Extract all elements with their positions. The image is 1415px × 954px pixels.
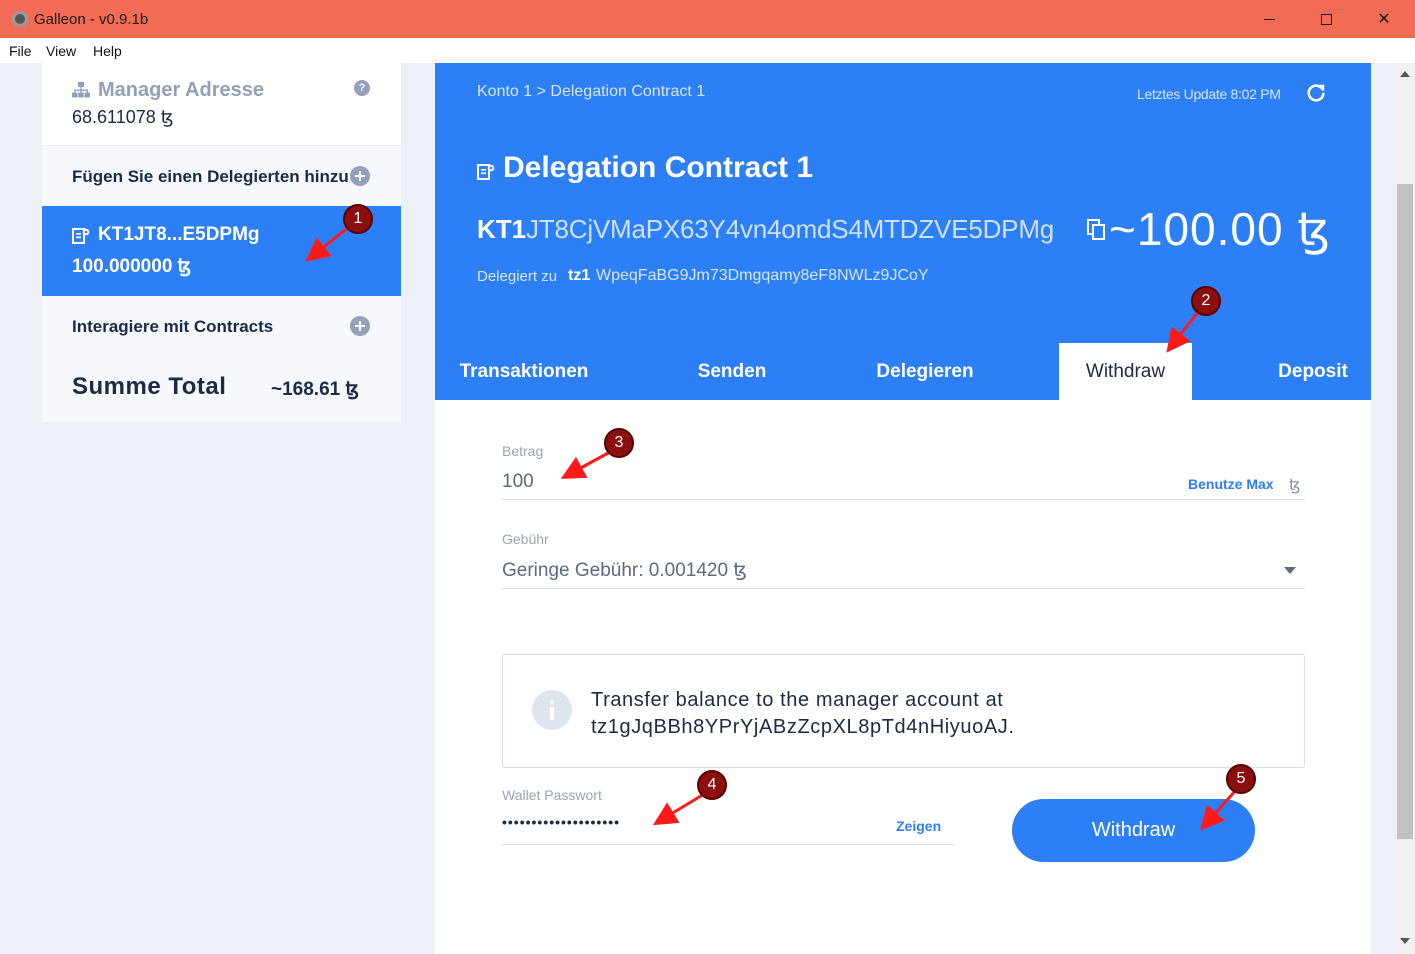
minimize-button[interactable] (1240, 0, 1298, 38)
tab-senden[interactable]: Senden (665, 343, 799, 400)
tab-bar: Transaktionen Senden Delegieren Withdraw… (435, 343, 1371, 400)
scroll-up-icon[interactable] (1400, 71, 1410, 77)
scroll-down-icon[interactable] (1400, 938, 1410, 944)
info-message: Transfer balance to the manager account … (591, 687, 1015, 741)
manager-address-label: Manager Adresse (98, 79, 264, 101)
contract-balance: 100.000000 ꜩ (72, 256, 192, 277)
add-delegate-label: Fügen Sie einen Delegierten hinzu (72, 167, 349, 186)
delegated-label: Delegiert zu (477, 268, 558, 285)
show-password-button[interactable]: Zeigen (896, 818, 941, 834)
scrollbar-thumb[interactable] (1397, 184, 1413, 839)
help-icon[interactable]: ? (354, 80, 370, 96)
page-title: Delegation Contract 1 (503, 151, 814, 184)
fee-select[interactable]: Geringe Gebühr: 0.001420 ꜩ (502, 559, 747, 582)
amount-input[interactable]: 100 (502, 471, 534, 493)
tab-delegieren[interactable]: Delegieren (855, 343, 995, 400)
amount-underline (502, 499, 1305, 500)
close-button[interactable]: ✕ (1355, 0, 1413, 38)
delegate-address-prefix: tz1 (568, 267, 591, 284)
menu-view[interactable]: View (46, 43, 76, 59)
app-icon (12, 11, 28, 27)
interact-contracts-button[interactable]: Interagiere mit Contracts (42, 296, 401, 356)
contract-address-prefix: KT1 (477, 214, 527, 244)
tab-transaktionen[interactable]: Transaktionen (435, 343, 613, 400)
plus-circle-icon (350, 166, 370, 186)
delegate-address: WpeqFaBG9Jm73Dmgqamy8eF8NWLz9JCoY (596, 267, 929, 284)
main-panel: Konto 1 > Delegation Contract 1 Letztes … (435, 63, 1371, 954)
manager-address-card[interactable]: Manager Adresse 68.611078 ꜩ ? (42, 63, 401, 145)
sidebar-item-contract[interactable]: KT1JT8...E5DPMg 100.000000 ꜩ (42, 206, 401, 296)
account-header: Konto 1 > Delegation Contract 1 Letztes … (435, 63, 1371, 400)
tez-symbol: ꜩ (1289, 477, 1301, 494)
interact-contracts-label: Interagiere mit Contracts (72, 317, 274, 336)
network-icon (72, 82, 90, 98)
password-underline (502, 844, 954, 845)
minimize-icon (1263, 18, 1275, 20)
contract-address-short: KT1JT8...E5DPMg (98, 224, 260, 245)
copy-icon[interactable] (1086, 218, 1108, 242)
fee-label: Gebühr (502, 531, 549, 547)
password-label: Wallet Passwort (502, 787, 602, 803)
info-box: Transfer balance to the manager account … (502, 654, 1305, 768)
dropdown-caret-icon[interactable] (1284, 567, 1296, 574)
contract-address: JT8CjVMaPX63Y4vn4omdS4MTDZVE5DPMg (526, 214, 1055, 244)
tab-withdraw[interactable]: Withdraw (1059, 343, 1192, 400)
menu-bar: File View Help (0, 38, 1415, 63)
maximize-icon (1320, 13, 1332, 25)
maximize-button[interactable] (1297, 0, 1355, 38)
window-title: Galleon - v0.9.1b (34, 11, 149, 28)
password-input[interactable]: •••••••••••••••••••• (502, 814, 620, 830)
withdraw-button[interactable]: Withdraw (1012, 799, 1255, 862)
amount-label: Betrag (502, 443, 544, 459)
menu-help[interactable]: Help (93, 43, 122, 59)
manager-balance: 68.611078 ꜩ (72, 107, 174, 127)
plus-circle-icon (350, 316, 370, 336)
contract-icon (72, 228, 90, 244)
info-icon (532, 690, 572, 730)
window-title-bar: Galleon - v0.9.1b ✕ (0, 0, 1415, 38)
fee-underline (502, 588, 1305, 589)
scrollbar[interactable] (1395, 63, 1415, 954)
contract-icon (477, 164, 495, 180)
total-label: Summe Total (72, 373, 227, 400)
use-max-button[interactable]: Benutze Max (1188, 476, 1274, 492)
refresh-icon[interactable] (1305, 82, 1327, 104)
breadcrumb: Konto 1 > Delegation Contract 1 (477, 83, 706, 100)
add-delegate-button[interactable]: Fügen Sie einen Delegierten hinzu (42, 146, 401, 206)
total-summary: Summe Total ~168.61 ꜩ (42, 356, 401, 422)
close-icon: ✕ (1377, 11, 1391, 28)
info-message-line1: Transfer balance to the manager account … (591, 689, 1004, 711)
last-update-text: Letztes Update 8:02 PM (1137, 86, 1281, 102)
contract-amount: ~100.00 ꜩ (1109, 203, 1331, 255)
total-value: ~168.61 ꜩ (271, 379, 359, 400)
tab-deposit[interactable]: Deposit (1255, 343, 1371, 400)
menu-file[interactable]: File (9, 43, 32, 59)
info-message-line2: tz1gJqBBh8YPrYjABzZcpXL8pTd4nHiyuoAJ. (591, 716, 1015, 738)
